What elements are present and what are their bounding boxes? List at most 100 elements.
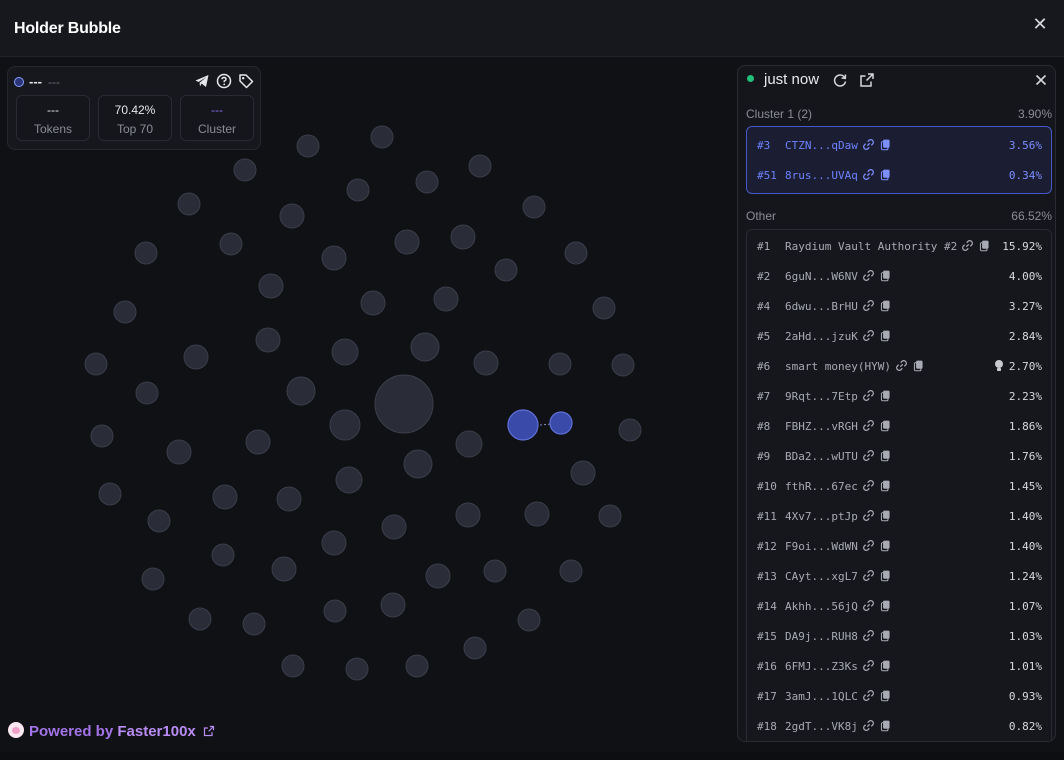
holder-row[interactable]: #17 3amJ...1QLC 0.93% <box>747 682 1051 712</box>
holder-row[interactable]: #18 2gdT...VK8j 0.82% <box>747 712 1051 741</box>
holder-row[interactable]: #14 Akhh...56jQ 1.07% <box>747 592 1051 622</box>
holder-row[interactable]: #12 F9oi...WdWN 1.40% <box>747 532 1051 562</box>
holder-address[interactable]: 2gdT...VK8j <box>785 720 858 733</box>
holder-bubble[interactable] <box>321 530 347 556</box>
link-icon[interactable] <box>862 599 875 612</box>
holder-bubble[interactable] <box>381 514 407 540</box>
holder-address[interactable]: F9oi...WdWN <box>785 540 858 553</box>
holder-bubble[interactable] <box>570 460 596 486</box>
holder-bubble[interactable] <box>346 178 370 202</box>
holder-bubble[interactable] <box>242 612 266 636</box>
holder-bubble[interactable] <box>468 154 492 178</box>
help-icon[interactable] <box>216 73 232 89</box>
holder-bubble[interactable] <box>360 290 386 316</box>
copy-icon[interactable] <box>879 269 892 282</box>
holder-bubble[interactable] <box>245 429 271 455</box>
holder-address[interactable]: 2aHd...jzuK <box>785 330 858 343</box>
holder-address[interactable]: smart money(HYW) <box>785 360 891 373</box>
link-icon[interactable] <box>895 359 908 372</box>
cluster-bubble[interactable] <box>549 411 573 435</box>
holder-bubble[interactable] <box>84 352 108 376</box>
external-link-icon[interactable] <box>203 725 215 737</box>
holder-bubble[interactable] <box>455 430 483 458</box>
holder-bubble[interactable] <box>345 657 369 681</box>
holder-bubble[interactable] <box>219 232 243 256</box>
holder-bubble[interactable] <box>598 504 622 528</box>
link-icon[interactable] <box>862 479 875 492</box>
holder-bubble[interactable] <box>564 241 588 265</box>
copy-icon[interactable] <box>879 659 892 672</box>
holder-bubble[interactable] <box>135 381 159 405</box>
holder-bubble[interactable] <box>329 409 361 441</box>
link-icon[interactable] <box>862 269 875 282</box>
holder-bubble[interactable] <box>212 484 238 510</box>
holder-row[interactable]: #11 4Xv7...ptJp 1.40% <box>747 502 1051 532</box>
link-icon[interactable] <box>862 509 875 522</box>
holder-row[interactable]: #3 CTZN...qDaw 3.56% <box>747 131 1051 161</box>
open-external-icon[interactable] <box>859 72 875 88</box>
powered-by[interactable]: Powered by Faster100x <box>8 722 215 744</box>
holder-address[interactable]: 6guN...W6NV <box>785 270 858 283</box>
copy-icon[interactable] <box>879 629 892 642</box>
holder-address[interactable]: 6dwu...BrHU <box>785 300 858 313</box>
copy-icon[interactable] <box>879 479 892 492</box>
link-icon[interactable] <box>862 138 875 151</box>
holder-row[interactable]: #5 2aHd...jzuK 2.84% <box>747 322 1051 352</box>
holder-bubble[interactable] <box>394 229 420 255</box>
holder-bubble[interactable] <box>258 273 284 299</box>
link-icon[interactable] <box>862 689 875 702</box>
holder-bubble[interactable] <box>405 654 429 678</box>
tag-icon[interactable] <box>238 73 254 89</box>
holder-bubble[interactable] <box>415 170 439 194</box>
holder-address[interactable]: 6FMJ...Z3Ks <box>785 660 858 673</box>
holder-bubble[interactable] <box>255 327 281 353</box>
copy-icon[interactable] <box>879 689 892 702</box>
holder-address[interactable]: 3amJ...1QLC <box>785 690 858 703</box>
holder-bubble[interactable] <box>166 439 192 465</box>
link-icon[interactable] <box>862 539 875 552</box>
holder-address[interactable]: fthR...67ec <box>785 480 858 493</box>
holder-bubble[interactable] <box>177 192 201 216</box>
holder-row[interactable]: #51 8rus...UVAq 0.34% <box>747 161 1051 191</box>
telegram-icon[interactable] <box>194 73 210 89</box>
copy-icon[interactable] <box>879 509 892 522</box>
copy-icon[interactable] <box>978 239 991 252</box>
holder-address[interactable]: FBHZ...vRGH <box>785 420 858 433</box>
holder-row[interactable]: #7 9Rqt...7Etp 2.23% <box>747 382 1051 412</box>
holder-bubble[interactable] <box>548 352 572 376</box>
copy-icon[interactable] <box>879 569 892 582</box>
holder-address[interactable]: DA9j...RUH8 <box>785 630 858 643</box>
copy-icon[interactable] <box>879 419 892 432</box>
holder-bubble[interactable] <box>113 300 137 324</box>
holder-bubble[interactable] <box>183 344 209 370</box>
copy-icon[interactable] <box>879 138 892 151</box>
holder-bubble[interactable] <box>559 559 583 583</box>
holder-bubble[interactable] <box>522 195 546 219</box>
holder-bubble[interactable] <box>374 374 434 434</box>
holder-bubble[interactable] <box>147 509 171 533</box>
holder-bubble[interactable] <box>592 296 616 320</box>
link-icon[interactable] <box>862 569 875 582</box>
copy-icon[interactable] <box>879 599 892 612</box>
copy-icon[interactable] <box>879 389 892 402</box>
holder-bubble[interactable] <box>141 567 165 591</box>
holder-row[interactable]: #6 smart money(HYW) 2.70% <box>747 352 1051 382</box>
holder-address[interactable]: 4Xv7...ptJp <box>785 510 858 523</box>
holder-bubble[interactable] <box>321 245 347 271</box>
holder-address[interactable]: 9Rqt...7Etp <box>785 390 858 403</box>
copy-icon[interactable] <box>879 449 892 462</box>
holder-bubble[interactable] <box>380 592 406 618</box>
holder-row[interactable]: #1 Raydium Vault Authority #2 15.92% <box>747 232 1051 262</box>
holder-bubble[interactable] <box>271 556 297 582</box>
link-icon[interactable] <box>862 299 875 312</box>
copy-icon[interactable] <box>879 168 892 181</box>
holder-bubble[interactable] <box>517 608 541 632</box>
holder-bubble[interactable] <box>286 376 316 406</box>
holder-bubble[interactable] <box>403 449 433 479</box>
panel-close-icon[interactable] <box>1033 72 1049 88</box>
holder-bubble[interactable] <box>455 502 481 528</box>
link-icon[interactable] <box>961 239 974 252</box>
copy-icon[interactable] <box>879 329 892 342</box>
holder-bubble[interactable] <box>473 350 499 376</box>
holder-row[interactable]: #16 6FMJ...Z3Ks 1.01% <box>747 652 1051 682</box>
